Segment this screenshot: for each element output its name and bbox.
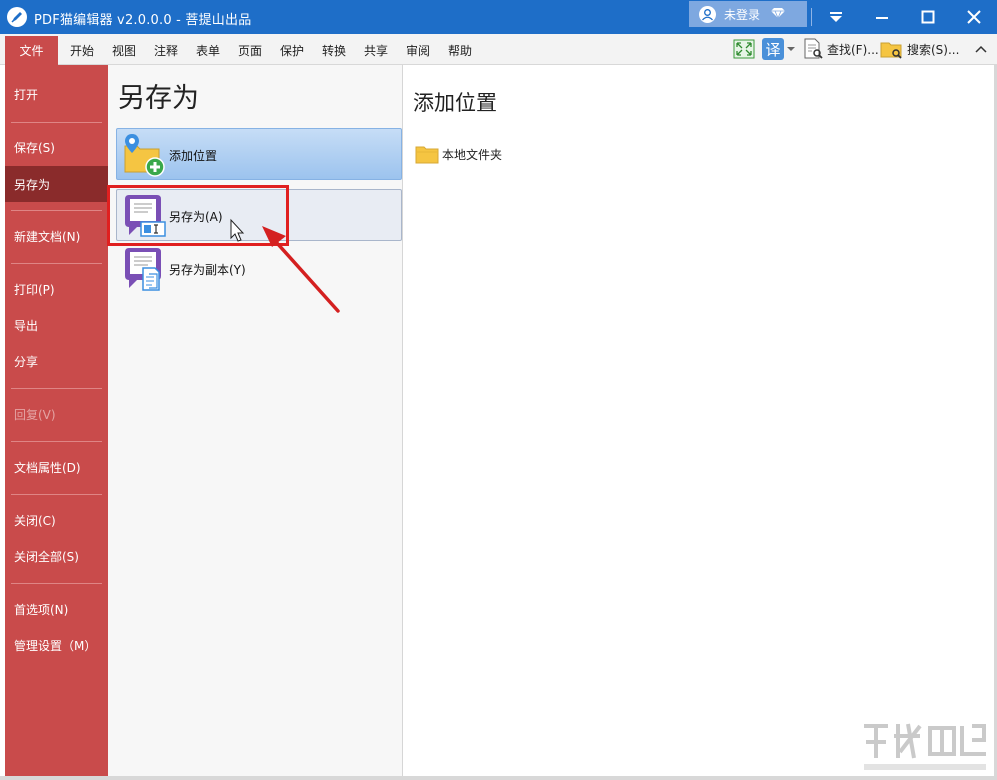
sidebar-divider <box>11 263 102 264</box>
location-item-local-folder[interactable]: 本地文件夹 <box>415 144 502 164</box>
fullscreen-icon <box>733 39 755 59</box>
user-avatar-icon <box>699 5 716 23</box>
sidebar-item-close-all[interactable]: 关闭全部(S) <box>5 538 108 574</box>
sidebar-divider <box>11 122 102 123</box>
translate-button[interactable]: 译 <box>762 38 795 60</box>
sidebar-item-restore: 回复(V) <box>14 407 56 422</box>
sidebar-divider <box>11 210 102 211</box>
save-copy-button[interactable]: 另存为副本(Y) <box>116 242 402 294</box>
file-backstage-sidebar: 打开 保存(S) 另存为 新建文档(N) 打印(P) 导出 分享 回复(V) 文… <box>5 65 108 776</box>
menu-bar: 文件 开始 视图 注释 表单 页面 保护 转换 共享 审阅 帮助 译 查找(F)… <box>0 34 997 65</box>
sidebar-item-new-document[interactable]: 新建文档(N) <box>5 218 108 254</box>
sidebar-item-close[interactable]: 关闭(C) <box>5 502 108 538</box>
panel-title: 另存为 <box>118 83 199 114</box>
save-copy-label: 另存为副本(Y) <box>169 263 246 277</box>
save-copy-icon <box>125 248 161 291</box>
sidebar-item-open[interactable]: 打开 <box>5 76 108 112</box>
menu-review[interactable]: 审阅 <box>406 42 430 59</box>
add-location-folder-icon <box>124 134 165 177</box>
add-location-label: 添加位置 <box>169 149 218 163</box>
watermark-logo <box>864 723 986 770</box>
sidebar-item-document-properties[interactable]: 文档属性(D) <box>5 449 108 485</box>
chevron-down-icon <box>787 47 795 51</box>
find-document-icon <box>804 38 823 59</box>
add-location-panel: 添加位置 本地文件夹 <box>404 65 994 776</box>
dropdown-menu-button[interactable] <box>814 0 858 34</box>
sidebar-divider <box>11 441 102 442</box>
collapse-ribbon-button[interactable] <box>975 38 987 60</box>
app-logo-icon <box>7 7 27 27</box>
search-folder-icon <box>880 42 902 59</box>
menu-share[interactable]: 共享 <box>364 42 388 59</box>
menu-convert[interactable]: 转换 <box>322 42 346 59</box>
triangle-down-icon <box>830 12 842 22</box>
close-button[interactable] <box>952 0 996 34</box>
sidebar-item-preferences[interactable]: 首选项(N) <box>5 591 108 627</box>
add-location-button[interactable]: 添加位置 <box>116 128 402 180</box>
sidebar-divider <box>11 388 102 389</box>
find-button[interactable]: 查找(F)... <box>802 38 879 60</box>
login-button[interactable]: 未登录 <box>689 1 807 27</box>
minimize-button[interactable] <box>860 0 904 34</box>
title-bar: PDF猫编辑器 v2.0.0.0 - 菩提山出品 未登录 <box>0 0 997 34</box>
add-location-title: 添加位置 <box>413 91 497 115</box>
sidebar-divider <box>11 583 102 584</box>
sidebar-divider <box>11 494 102 495</box>
chevron-up-icon <box>975 45 987 53</box>
search-label: 搜索(S)... <box>907 42 960 57</box>
sidebar-item-print[interactable]: 打印(P) <box>5 271 108 307</box>
window-title: PDF猫编辑器 v2.0.0.0 - 菩提山出品 <box>34 13 252 28</box>
sidebar-item-save-as[interactable]: 另存为 <box>5 166 108 202</box>
menu-help[interactable]: 帮助 <box>448 42 472 59</box>
sidebar-item-save[interactable]: 保存(S) <box>5 129 108 165</box>
close-icon <box>967 10 981 24</box>
translate-icon: 译 <box>762 38 784 60</box>
menu-form[interactable]: 表单 <box>196 42 220 59</box>
menu-annotate[interactable]: 注释 <box>154 42 178 59</box>
find-label: 查找(F)... <box>827 42 879 57</box>
sidebar-item-export[interactable]: 导出 <box>5 307 108 343</box>
menu-view[interactable]: 视图 <box>112 42 136 59</box>
maximize-icon <box>921 10 935 24</box>
menu-start[interactable]: 开始 <box>70 42 94 59</box>
save-as-options-panel: 另存为 添加位置 另存为(A) 另存为副本(Y) <box>108 65 403 776</box>
fullscreen-button[interactable] <box>733 38 755 60</box>
maximize-button[interactable] <box>906 0 950 34</box>
login-status-label: 未登录 <box>724 7 761 22</box>
titlebar-divider <box>811 8 812 26</box>
folder-icon <box>415 146 439 164</box>
search-button[interactable]: 搜索(S)... <box>880 38 959 60</box>
annotation-highlight-box <box>107 185 289 246</box>
menu-page[interactable]: 页面 <box>238 42 262 59</box>
minimize-icon <box>876 17 888 19</box>
tab-file[interactable]: 文件 <box>5 36 58 65</box>
location-label: 本地文件夹 <box>442 147 503 162</box>
translate-label: 译 <box>765 40 781 59</box>
sidebar-item-admin-settings[interactable]: 管理设置（M） <box>5 627 108 663</box>
menu-protect[interactable]: 保护 <box>280 42 304 59</box>
vip-diamond-icon <box>770 7 786 22</box>
sidebar-item-share[interactable]: 分享 <box>5 343 108 379</box>
window-border <box>0 776 997 780</box>
